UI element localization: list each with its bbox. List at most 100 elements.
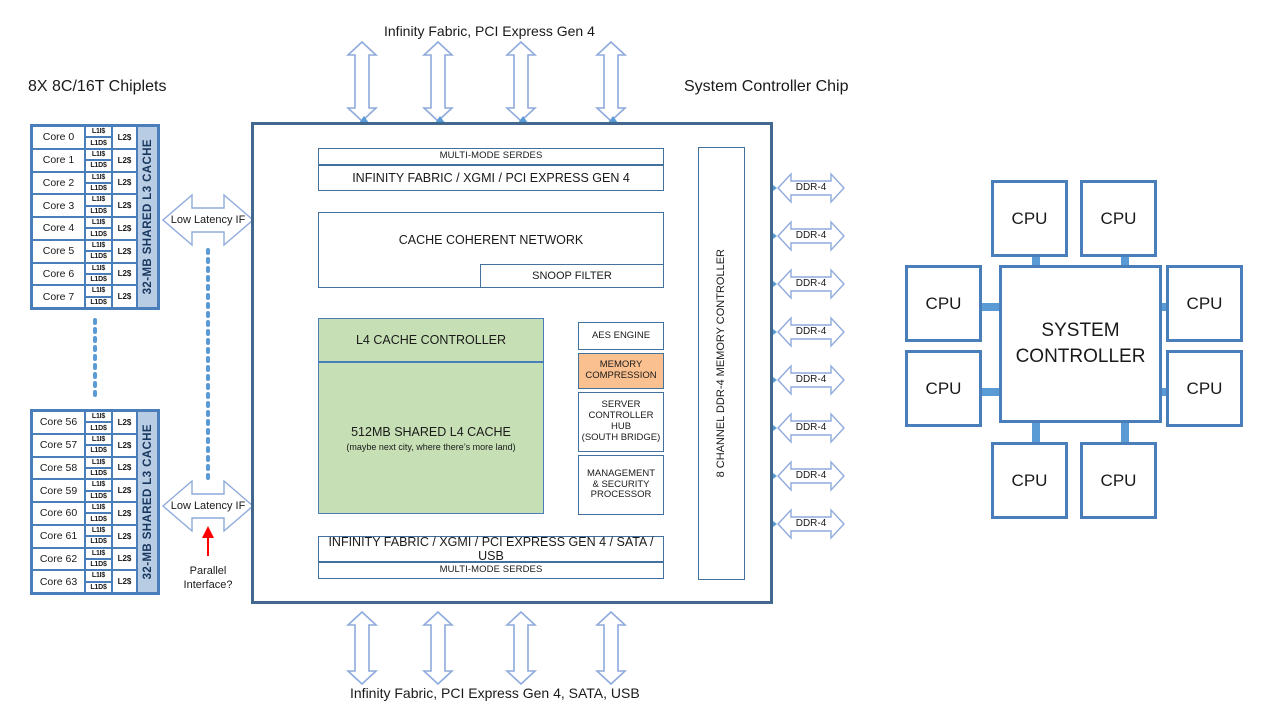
l2-cache: L2$ bbox=[112, 194, 137, 217]
core-row: Core 1 L1I$ L1D$ L2$ bbox=[32, 148, 137, 172]
l2-cache: L2$ bbox=[112, 411, 137, 434]
l1-cache-group: L1I$ L1D$ bbox=[85, 126, 112, 149]
memory-controller-label: 8 CHANNEL DDR-4 MEMORY CONTROLLER bbox=[715, 249, 728, 478]
server-controller-hub-line: (SOUTH BRIDGE) bbox=[581, 431, 661, 443]
server-controller-hub: SERVER CONTROLLER HUB (SOUTH BRIDGE) bbox=[578, 392, 664, 452]
core-row: Core 56 L1I$ L1D$ L2$ bbox=[32, 411, 137, 434]
core-label: Core 60 bbox=[32, 502, 85, 525]
system-controller-center-line1: SYSTEM bbox=[1041, 320, 1120, 342]
l2-cache: L2$ bbox=[112, 502, 137, 525]
l1d-cache: L1D$ bbox=[85, 182, 112, 195]
infinity-fabric-top: INFINITY FABRIC / XGMI / PCI EXPRESS GEN… bbox=[318, 165, 664, 191]
top-io-label: Infinity Fabric, PCI Express Gen 4 bbox=[384, 23, 595, 39]
aes-engine: AES ENGINE bbox=[578, 322, 664, 350]
core-row: Core 61 L1I$ L1D$ L2$ bbox=[32, 524, 137, 548]
parallel-interface-note-line1: Parallel bbox=[189, 564, 227, 577]
core-row: Core 3 L1I$ L1D$ L2$ bbox=[32, 194, 137, 217]
core-row: Core 2 L1I$ L1D$ L2$ bbox=[32, 171, 137, 195]
core-label: Core 7 bbox=[32, 285, 85, 308]
l1i-cache: L1I$ bbox=[85, 148, 112, 161]
ddr4-channel-label: DDR-4 bbox=[795, 470, 827, 482]
l1i-cache: L1I$ bbox=[85, 433, 112, 446]
ddr4-channel-label: DDR-4 bbox=[795, 230, 827, 242]
snoop-filter: SNOOP FILTER bbox=[480, 264, 664, 288]
l1d-cache: L1D$ bbox=[85, 445, 112, 457]
core-label: Core 63 bbox=[32, 570, 85, 593]
l1i-cache: L1I$ bbox=[85, 194, 112, 206]
core-label: Core 56 bbox=[32, 411, 85, 434]
ddr4-channel-label: DDR-4 bbox=[795, 326, 827, 338]
core-label: Core 61 bbox=[32, 524, 85, 548]
top-io-arrows bbox=[345, 40, 628, 123]
l1d-cache: L1D$ bbox=[85, 490, 112, 502]
core-row: Core 63 L1I$ L1D$ L2$ bbox=[32, 570, 137, 593]
system-controller-chip-heading: System Controller Chip bbox=[684, 78, 849, 95]
core-label: Core 4 bbox=[32, 217, 85, 240]
core-row: Core 7 L1I$ L1D$ L2$ bbox=[32, 285, 137, 308]
l1d-cache: L1D$ bbox=[85, 422, 112, 434]
l1d-cache: L1D$ bbox=[85, 467, 112, 480]
parallel-interface-note-line2: Interface? bbox=[183, 578, 233, 591]
l1i-cache: L1I$ bbox=[85, 502, 112, 514]
core-label: Core 57 bbox=[32, 433, 85, 457]
bottom-io-arrows bbox=[345, 610, 628, 686]
core-label: Core 62 bbox=[32, 547, 85, 571]
l1-cache-group: L1I$ L1D$ bbox=[85, 433, 112, 457]
l1d-cache: L1D$ bbox=[85, 273, 112, 286]
l2-cache: L2$ bbox=[112, 479, 137, 502]
l2-cache: L2$ bbox=[112, 433, 137, 457]
chiplet-top: Core 0 L1I$ L1D$ L2$ Core 1 L1I$ L1D$ L2$ Core 2… bbox=[30, 124, 160, 310]
l1d-cache: L1D$ bbox=[85, 137, 112, 149]
ddr4-channel-label: DDR-4 bbox=[795, 278, 827, 290]
core-row: Core 59 L1I$ L1D$ L2$ bbox=[32, 479, 137, 502]
cpu-bottom-left: CPU bbox=[991, 442, 1068, 519]
l2-cache: L2$ bbox=[112, 148, 137, 172]
multi-mode-serdes-bottom: MULTI-MODE SERDES bbox=[318, 562, 664, 579]
l3-cache-bottom-label: 32-MB SHARED L3 CACHE bbox=[141, 424, 154, 580]
core-label: Core 5 bbox=[32, 239, 85, 263]
l1-cache-group: L1I$ L1D$ bbox=[85, 148, 112, 172]
l1d-cache: L1D$ bbox=[85, 513, 112, 525]
l1i-cache: L1I$ bbox=[85, 217, 112, 229]
l1i-cache: L1I$ bbox=[85, 285, 112, 297]
l2-cache: L2$ bbox=[112, 262, 137, 286]
core-label: Core 6 bbox=[32, 262, 85, 286]
l1d-cache: L1D$ bbox=[85, 251, 112, 263]
core-row: Core 6 L1I$ L1D$ L2$ bbox=[32, 262, 137, 286]
l1-cache-group: L1I$ L1D$ bbox=[85, 479, 112, 502]
chiplets-heading: 8X 8C/16T Chiplets bbox=[28, 78, 167, 95]
l1d-cache: L1D$ bbox=[85, 558, 112, 571]
l1d-cache: L1D$ bbox=[85, 205, 112, 217]
l4-cache-note: (maybe next city, where there’s more lan… bbox=[346, 441, 516, 452]
l1i-cache: L1I$ bbox=[85, 456, 112, 468]
l1-cache-group: L1I$ L1D$ bbox=[85, 547, 112, 571]
memory-controller: 8 CHANNEL DDR-4 MEMORY CONTROLLER bbox=[698, 147, 745, 580]
l2-cache: L2$ bbox=[112, 239, 137, 263]
l3-cache-top: 32-MB SHARED L3 CACHE bbox=[137, 126, 158, 308]
multi-mode-serdes-top: MULTI-MODE SERDES bbox=[318, 148, 664, 165]
l2-cache: L2$ bbox=[112, 285, 137, 308]
memory-compression: MEMORY COMPRESSION bbox=[578, 353, 664, 389]
core-label: Core 2 bbox=[32, 171, 85, 195]
l1-cache-group: L1I$ L1D$ bbox=[85, 239, 112, 263]
l1-cache-group: L1I$ L1D$ bbox=[85, 194, 112, 217]
core-row: Core 57 L1I$ L1D$ L2$ bbox=[32, 433, 137, 457]
cpu-top-left: CPU bbox=[991, 180, 1068, 257]
l1-cache-group: L1I$ L1D$ bbox=[85, 570, 112, 593]
management-security-processor-line: MANAGEMENT bbox=[586, 467, 656, 479]
server-controller-hub-line: CONTROLLER HUB bbox=[588, 410, 654, 432]
core-row: Core 4 L1I$ L1D$ L2$ bbox=[32, 217, 137, 240]
core-row: Core 0 L1I$ L1D$ L2$ bbox=[32, 126, 137, 149]
core-label: Core 3 bbox=[32, 194, 85, 217]
l1-cache-group: L1I$ L1D$ bbox=[85, 217, 112, 240]
core-label: Core 0 bbox=[32, 126, 85, 149]
management-security-processor-line: PROCESSOR bbox=[590, 489, 652, 501]
chiplet-bottom: Core 56 L1I$ L1D$ L2$ Core 57 L1I$ L1D$ L2$ Core… bbox=[30, 409, 160, 595]
l1i-cache: L1I$ bbox=[85, 262, 112, 274]
l1-cache-group: L1I$ L1D$ bbox=[85, 411, 112, 434]
cpu-left-upper: CPU bbox=[905, 265, 982, 342]
l2-cache: L2$ bbox=[112, 570, 137, 593]
l1i-cache: L1I$ bbox=[85, 239, 112, 252]
l1i-cache: L1I$ bbox=[85, 126, 112, 138]
core-row: Core 62 L1I$ L1D$ L2$ bbox=[32, 547, 137, 571]
